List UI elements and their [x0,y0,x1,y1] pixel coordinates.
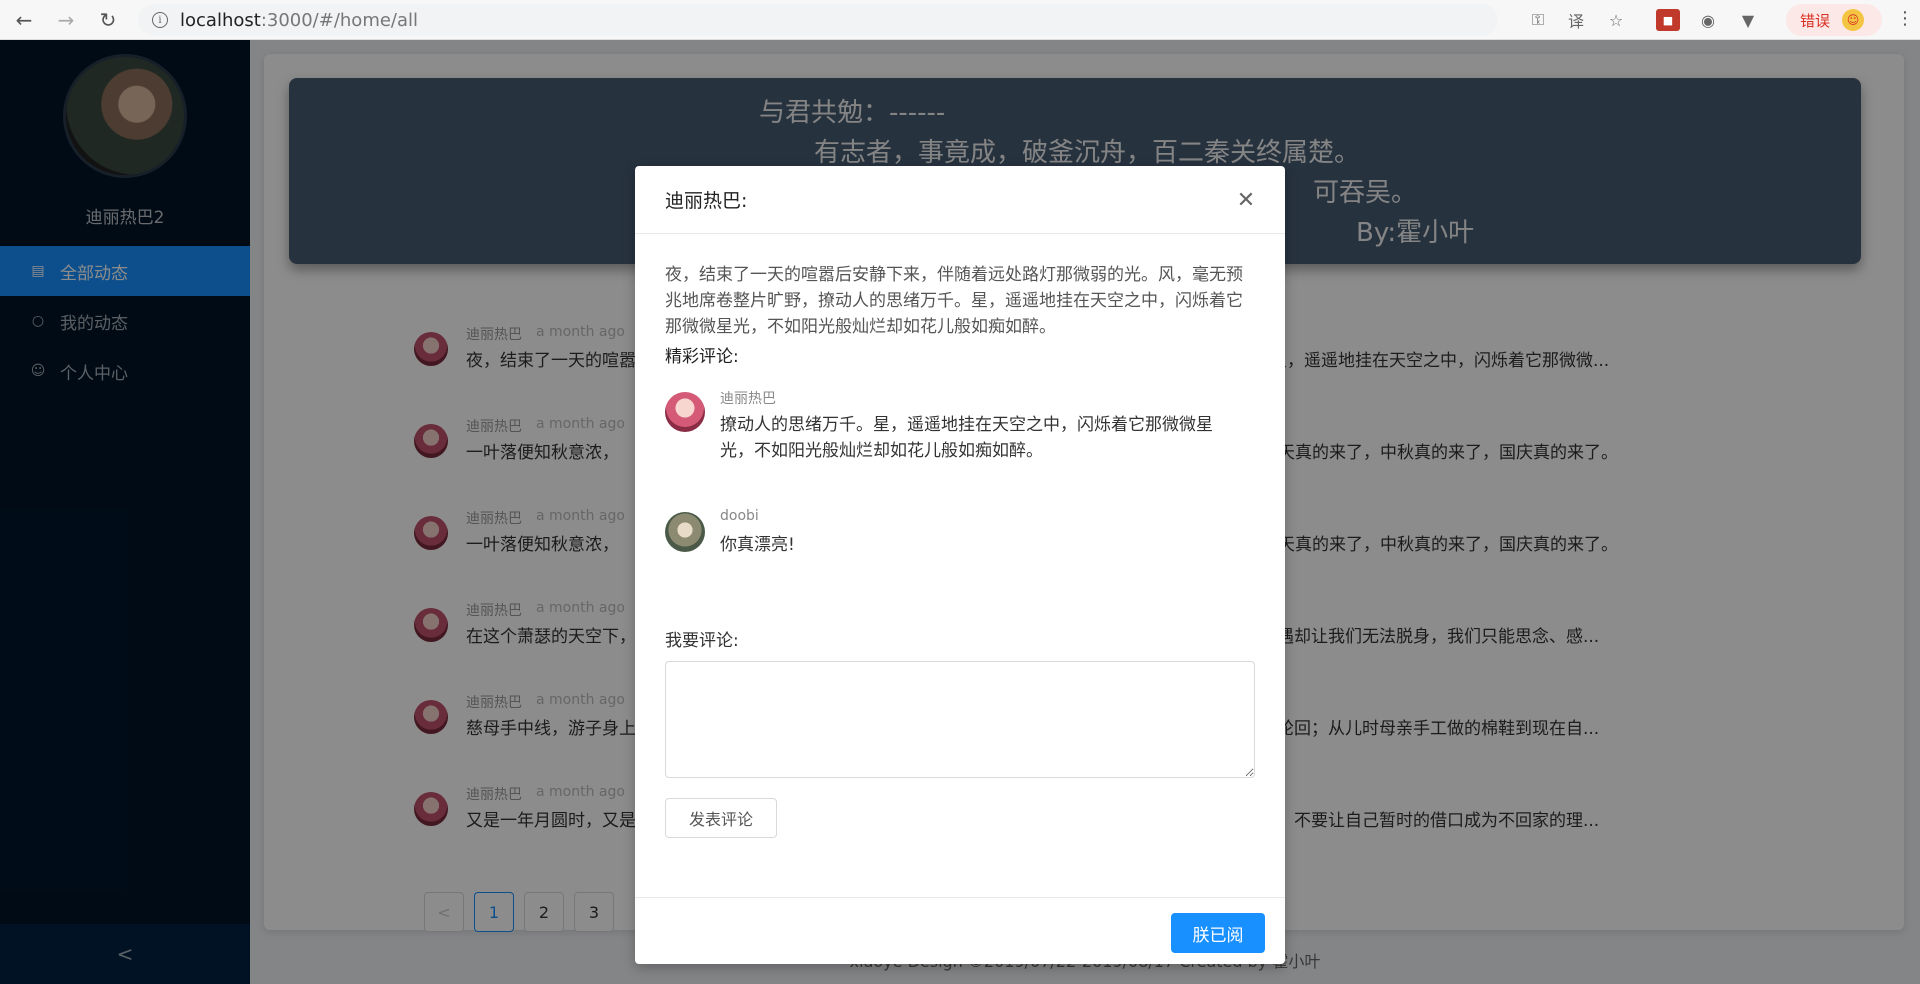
profile-avatar-icon: ☺ [1842,9,1865,31]
browser-toolbar: ← → ↻ i localhost:3000/#/home/all ⚿ 译 ☆ … [0,0,1920,40]
back-icon[interactable]: ← [6,2,42,38]
comment-author: 迪丽热巴 [720,391,776,407]
extension-icon[interactable]: ◉ [1696,6,1720,34]
star-icon[interactable]: ☆ [1604,6,1628,34]
modal-post-content: 夜，结束了一天的喧嚣后安静下来，伴随着远处路灯那微弱的光。风，毫无预兆地席卷整片… [665,265,1243,337]
comment-text: 撩动人的思绪万千。星，遥遥地挂在天空之中，闪烁着它那微微星光，不如阳光般灿烂却如… [720,415,1213,461]
forward-icon[interactable]: → [48,2,84,38]
profile-error-pill[interactable]: 错误 ☺ [1786,4,1882,36]
comment-text: 你真漂亮! [720,535,795,555]
ok-button[interactable]: 朕已阅 [1171,913,1265,953]
comment-textarea[interactable] [665,661,1255,778]
url-host: localhost [180,9,261,31]
modal-footer: 朕已阅 [635,897,1285,964]
close-icon[interactable]: ✕ [1234,188,1258,213]
post-comment-button[interactable]: 发表评论 [665,798,777,838]
extension-icon[interactable]: ■ [1656,9,1680,31]
error-label: 错误 [1800,11,1831,30]
key-icon[interactable]: ⚿ [1526,6,1550,34]
menu-icon[interactable]: ⋮ [1896,8,1914,29]
modal-title: 迪丽热巴: [665,190,748,212]
my-comment-label: 我要评论: [665,631,739,651]
address-bar[interactable]: i localhost:3000/#/home/all [138,4,1498,36]
translate-icon[interactable]: 译 [1564,6,1588,34]
extension-icon[interactable]: ▼ [1736,6,1760,34]
avatar [665,392,705,432]
modal-header: 迪丽热巴: ✕ [635,166,1285,234]
info-icon[interactable]: i [152,12,168,28]
post-detail-modal: 迪丽热巴: ✕ 夜，结束了一天的喧嚣后安静下来，伴随着远处路灯那微弱的光。风，毫… [635,166,1285,964]
avatar [665,512,705,552]
comment-author: doobi [720,508,759,524]
highlight-comments-label: 精彩评论: [665,347,739,367]
url-path: :3000/#/home/all [260,9,419,31]
reload-icon[interactable]: ↻ [90,2,126,38]
